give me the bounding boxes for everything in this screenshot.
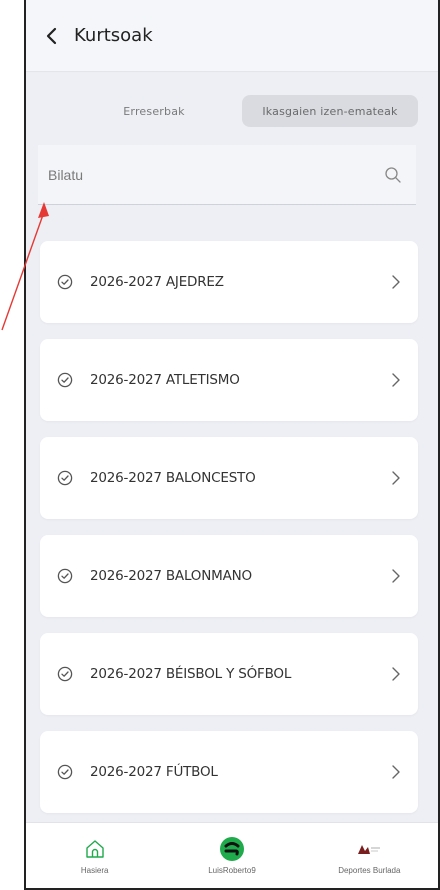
tab-club[interactable]: Deportes Burlada <box>301 823 438 888</box>
search-bar <box>38 145 416 205</box>
tab-user-label: LuisRoberto9 <box>208 866 256 875</box>
check-circle-icon <box>56 371 74 389</box>
club-logo-icon <box>356 836 382 862</box>
tab-ikasgaien-izen-emateak[interactable]: Ikasgaien izen-emateak <box>242 95 418 127</box>
tab-home[interactable]: Hasiera <box>26 823 163 888</box>
check-circle-icon <box>56 469 74 487</box>
course-label: 2026-2027 AJEDREZ <box>90 274 224 290</box>
check-circle-icon <box>56 763 74 781</box>
check-circle-icon <box>56 567 74 585</box>
list-item[interactable]: 2026-2027 BALONMANO <box>40 535 418 617</box>
chevron-right-icon <box>388 372 404 388</box>
segmented-control: Erreserbak Ikasgaien izen-emateak <box>66 95 418 127</box>
tab-user[interactable]: LuisRoberto9 <box>163 823 300 888</box>
course-label: 2026-2027 BALONMANO <box>90 568 252 584</box>
list-item[interactable]: 2026-2027 BÉISBOL Y SÓFBOL <box>40 633 418 715</box>
list-item[interactable]: 2026-2027 FÚTBOL <box>40 731 418 813</box>
user-avatar-icon <box>219 836 245 862</box>
chevron-right-icon <box>388 666 404 682</box>
chevron-right-icon <box>388 764 404 780</box>
course-list: 2026-2027 AJEDREZ 2026-2027 ATLETISMO 20 <box>40 241 418 822</box>
course-label: 2026-2027 FÚTBOL <box>90 764 218 780</box>
course-label: 2026-2027 ATLETISMO <box>90 372 240 388</box>
home-icon <box>82 836 108 862</box>
list-item[interactable]: 2026-2027 ATLETISMO <box>40 339 418 421</box>
search-icon[interactable] <box>382 164 404 186</box>
page-title: Kurtsoak <box>74 25 153 46</box>
bottom-tab-bar: Hasiera LuisRoberto9 Deportes Burlada <box>26 822 438 888</box>
list-item[interactable]: 2026-2027 AJEDREZ <box>40 241 418 323</box>
search-input[interactable] <box>48 166 382 183</box>
app-frame: Kurtsoak Erreserbak Ikasgaien izen-emate… <box>24 0 440 890</box>
chevron-right-icon <box>388 568 404 584</box>
course-label: 2026-2027 BÉISBOL Y SÓFBOL <box>90 666 292 682</box>
main-content: Erreserbak Ikasgaien izen-emateak 2026-2… <box>26 73 438 822</box>
check-circle-icon <box>56 273 74 291</box>
header: Kurtsoak <box>26 0 438 72</box>
chevron-right-icon <box>388 470 404 486</box>
tab-home-label: Hasiera <box>80 866 109 875</box>
list-item[interactable]: 2026-2027 BALONCESTO <box>40 437 418 519</box>
tab-erreserbak[interactable]: Erreserbak <box>66 95 242 127</box>
check-circle-icon <box>56 665 74 683</box>
back-arrow-icon[interactable] <box>40 24 64 48</box>
tab-club-label: Deportes Burlada <box>338 866 401 875</box>
course-label: 2026-2027 BALONCESTO <box>90 470 256 486</box>
chevron-right-icon <box>388 274 404 290</box>
